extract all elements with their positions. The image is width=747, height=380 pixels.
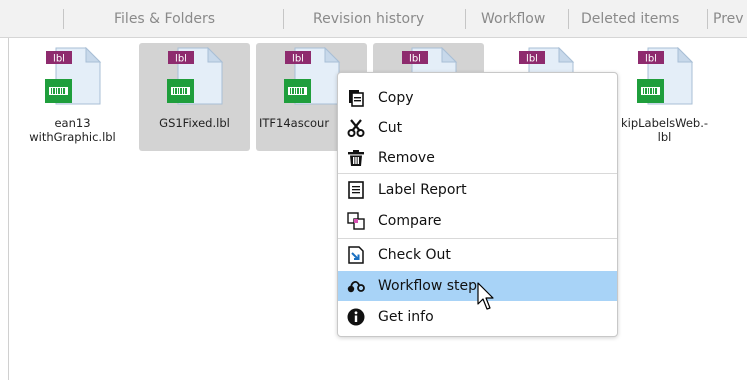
menu-separator — [338, 173, 617, 174]
menu-item-remove[interactable]: Remove — [338, 143, 617, 173]
tab-separator — [707, 9, 708, 29]
copy-icon — [349, 90, 364, 107]
menu-item-label: Compare — [378, 213, 442, 229]
mouse-pointer-icon — [477, 282, 494, 310]
tab-preview[interactable]: Prev — [713, 9, 744, 29]
tab-separator — [568, 9, 569, 29]
tab-deleted-items[interactable]: Deleted items — [581, 9, 679, 29]
label-file-icon: lbl — [166, 47, 223, 105]
label-file-icon: lbl — [44, 47, 101, 105]
tab-bar: Files & Folders Revision history Workflo… — [0, 0, 747, 38]
menu-item-label: Workflow step — [378, 278, 478, 294]
file-type-badge: lbl — [409, 54, 421, 65]
check-out-icon — [348, 246, 364, 264]
menu-item-label: Check Out — [378, 247, 451, 263]
file-type-badge: lbl — [175, 54, 187, 65]
file-type-badge: lbl — [645, 54, 657, 65]
report-icon — [348, 181, 364, 199]
file-type-badge: lbl — [292, 54, 304, 65]
label-file-icon: lbl — [283, 47, 340, 105]
menu-item-compare[interactable]: Compare — [338, 206, 617, 236]
file-name-line: GS1Fixed.lbl — [159, 116, 230, 130]
file-name: ean13 withGraphic.lbl — [17, 116, 128, 144]
workflow-icon — [347, 281, 365, 293]
file-name: kipLabelsWeb.- lbl — [609, 116, 720, 144]
menu-item-label: Get info — [378, 309, 434, 325]
menu-item-label: Cut — [378, 120, 403, 136]
menu-separator — [338, 238, 617, 239]
file-item[interactable]: lbl ean13 withGraphic.lbl — [17, 43, 128, 151]
info-icon — [347, 308, 365, 326]
file-item[interactable]: lbl GS1Fixed.lbl — [139, 43, 250, 151]
tab-separator — [465, 9, 466, 29]
tab-revision-history[interactable]: Revision history — [313, 9, 424, 29]
tab-separator — [283, 9, 284, 29]
menu-item-check-out[interactable]: Check Out — [338, 240, 617, 270]
file-name-line: lbl — [657, 130, 672, 144]
file-name-line: ean13 — [54, 116, 91, 130]
tab-workflow[interactable]: Workflow — [481, 9, 545, 29]
file-type-badge: lbl — [526, 54, 538, 65]
file-item[interactable]: lbl kipLabelsWeb.- lbl — [609, 43, 720, 151]
menu-item-label: Remove — [378, 150, 435, 166]
compare-icon — [347, 212, 365, 230]
file-name-line: kipLabelsWeb.- — [620, 116, 709, 130]
scissors-icon — [347, 119, 365, 137]
file-name: GS1Fixed.lbl — [139, 116, 250, 130]
menu-item-label: Copy — [378, 90, 414, 106]
menu-item-copy[interactable]: Copy — [338, 83, 617, 113]
menu-item-label-report[interactable]: Label Report — [338, 175, 617, 205]
tab-separator — [63, 9, 64, 29]
file-name-line: withGraphic.lbl — [29, 130, 116, 144]
label-file-icon: lbl — [636, 47, 693, 105]
menu-item-cut[interactable]: Cut — [338, 113, 617, 143]
trash-icon — [348, 150, 364, 166]
file-type-badge: lbl — [53, 54, 65, 65]
tab-files-and-folders[interactable]: Files & Folders — [114, 9, 215, 29]
menu-item-label: Label Report — [378, 182, 467, 198]
